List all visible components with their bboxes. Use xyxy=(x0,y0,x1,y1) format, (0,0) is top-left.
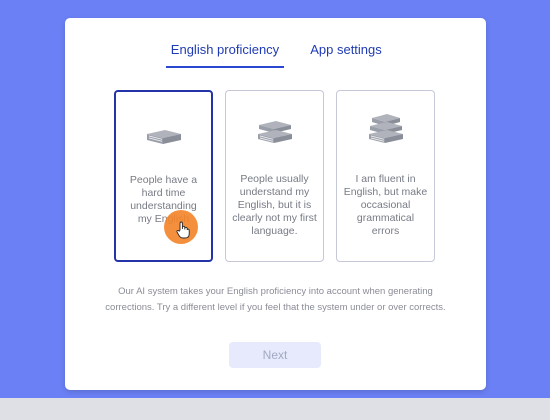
tab-app-settings-label: App settings xyxy=(310,42,382,57)
hand-pointer-icon xyxy=(176,221,190,239)
proficiency-option-intermediate[interactable]: People usually understand my English, bu… xyxy=(225,90,324,262)
option-advanced-text: I am fluent in English, but make occasio… xyxy=(343,173,428,237)
active-tab-underline xyxy=(166,66,284,68)
book-stack-icon xyxy=(368,114,403,143)
tab-english-proficiency[interactable]: English proficiency xyxy=(166,42,284,68)
proficiency-info-text: Our AI system takes your English profici… xyxy=(105,286,446,313)
proficiency-option-beginner[interactable]: People have a hard time understanding my… xyxy=(114,90,213,262)
tab-app-settings[interactable]: App settings xyxy=(301,42,391,68)
next-button[interactable]: Next xyxy=(229,342,321,368)
proficiency-option-advanced[interactable]: I am fluent in English, but make occasio… xyxy=(336,90,435,262)
tab-english-proficiency-label: English proficiency xyxy=(170,42,280,57)
proficiency-dialog: English proficiency App settings People … xyxy=(65,18,486,390)
bottom-strip xyxy=(0,398,550,420)
option-intermediate-text: People usually understand my English, bu… xyxy=(232,173,317,237)
tab-bar: English proficiency App settings xyxy=(65,42,486,68)
two-books-icon xyxy=(257,121,292,143)
single-book-icon xyxy=(146,130,181,144)
